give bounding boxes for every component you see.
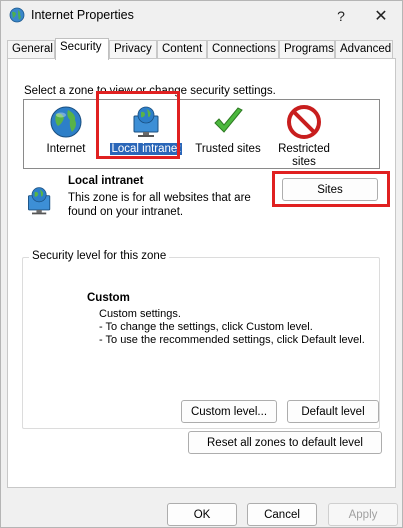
checkmark-icon <box>214 107 243 133</box>
security-level-group: Security level for this zone Custom Cust… <box>22 250 380 429</box>
close-button[interactable]: ✕ <box>359 1 403 31</box>
level-description-line: - To change the settings, click Custom l… <box>99 321 313 333</box>
selected-zone-name: Local intranet <box>68 175 144 187</box>
level-description-line: Custom settings. <box>99 308 181 320</box>
ok-button[interactable]: OK <box>167 503 237 526</box>
level-description-line: - To use the recommended settings, click… <box>99 334 365 346</box>
monitor-globe-icon <box>28 187 51 215</box>
highlight-box <box>96 91 180 159</box>
zone-trusted-sites[interactable]: Trusted sites <box>186 104 270 156</box>
level-title: Custom <box>87 292 130 304</box>
internet-properties-dialog: Internet Properties ? ✕ General Security… <box>0 0 403 528</box>
tab-privacy[interactable]: Privacy <box>109 40 157 59</box>
security-panel: Select a zone to view or change security… <box>7 58 396 488</box>
tab-content[interactable]: Content <box>157 40 207 59</box>
zone-label: Restricted sites <box>278 143 330 168</box>
globe-icon <box>50 106 82 138</box>
help-button[interactable]: ? <box>319 1 363 31</box>
selected-zone-description: This zone is for all websites that are f… <box>68 192 251 218</box>
apply-button[interactable]: Apply <box>328 503 398 526</box>
group-legend: Security level for this zone <box>29 250 170 262</box>
tab-connections[interactable]: Connections <box>207 40 279 59</box>
zone-restricted-sites[interactable]: Restricted sites <box>262 104 346 169</box>
tab-programs[interactable]: Programs <box>279 40 335 59</box>
tab-security[interactable]: Security <box>55 38 109 60</box>
custom-level-button[interactable]: Custom level... <box>181 400 277 423</box>
no-entry-icon <box>287 105 321 139</box>
zone-list: Internet Local intranet Trusted sites Re… <box>23 99 380 169</box>
reset-all-zones-button[interactable]: Reset all zones to default level <box>188 431 382 454</box>
title-bar: Internet Properties ? ✕ <box>1 1 402 31</box>
default-level-button[interactable]: Default level <box>287 400 379 423</box>
highlight-box <box>272 171 390 207</box>
window-title: Internet Properties <box>31 8 134 22</box>
internet-globe-icon <box>9 7 25 23</box>
zone-label: Trusted sites <box>195 143 261 155</box>
tab-general[interactable]: General <box>7 40 55 59</box>
tab-advanced[interactable]: Advanced <box>335 40 393 59</box>
cancel-button[interactable]: Cancel <box>247 503 317 526</box>
